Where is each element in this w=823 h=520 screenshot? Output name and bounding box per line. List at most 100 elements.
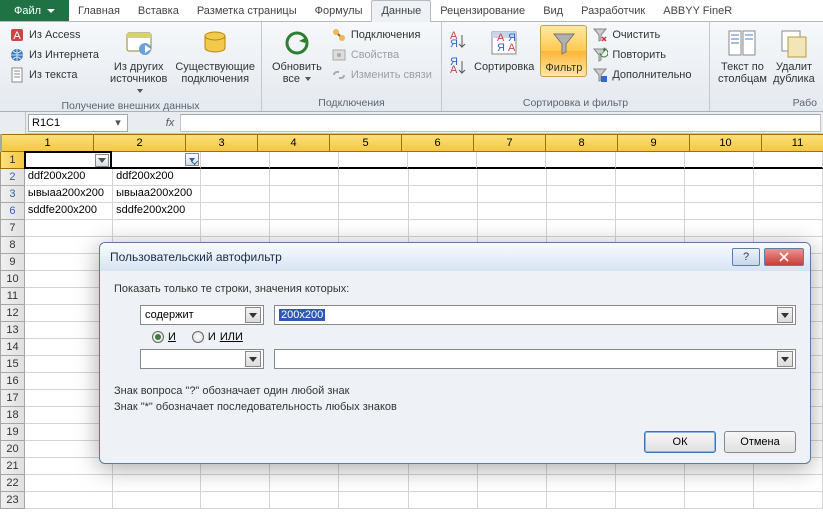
cell[interactable]: [616, 220, 685, 237]
cell[interactable]: [478, 475, 547, 492]
cell[interactable]: [339, 186, 408, 203]
condition1-combo[interactable]: содержит: [140, 305, 264, 325]
cell[interactable]: [409, 169, 478, 186]
cell[interactable]: [477, 152, 546, 169]
cell[interactable]: [754, 169, 823, 186]
chevron-down-icon[interactable]: [245, 307, 261, 323]
and-radio[interactable]: И: [152, 331, 176, 343]
value1-combo[interactable]: 200x200: [274, 305, 796, 325]
cell[interactable]: [201, 152, 270, 169]
tab-view[interactable]: Вид: [534, 0, 572, 21]
cell[interactable]: [754, 475, 823, 492]
cell[interactable]: [25, 220, 113, 237]
tab-developer[interactable]: Разработчик: [572, 0, 654, 21]
close-button[interactable]: [764, 248, 804, 266]
column-header[interactable]: 4: [258, 134, 330, 152]
filter-dropdown-icon[interactable]: [95, 154, 109, 167]
column-header[interactable]: 1: [2, 134, 94, 152]
row-header[interactable]: 9: [0, 254, 25, 271]
cell[interactable]: [616, 203, 685, 220]
reapply-button[interactable]: Повторить: [589, 45, 694, 65]
cell[interactable]: [685, 492, 754, 509]
row-header[interactable]: 14: [0, 339, 25, 356]
cell[interactable]: [685, 203, 754, 220]
cell[interactable]: [547, 203, 616, 220]
cell[interactable]: [547, 169, 616, 186]
cell[interactable]: [201, 220, 270, 237]
cell[interactable]: [754, 492, 823, 509]
cell[interactable]: [409, 220, 478, 237]
cell[interactable]: [339, 203, 408, 220]
from-access-button[interactable]: AИз Access: [6, 25, 102, 45]
cell[interactable]: [339, 492, 408, 509]
remove-duplicates-button[interactable]: Удалитдублика: [771, 25, 817, 87]
row-header[interactable]: 8: [0, 237, 25, 254]
cell[interactable]: [339, 475, 408, 492]
cell[interactable]: [408, 152, 477, 169]
cell[interactable]: ывыаа200x200: [25, 186, 113, 203]
condition2-combo[interactable]: [140, 349, 264, 369]
sort-desc-icon[interactable]: ЯА: [448, 57, 468, 77]
cell[interactable]: [478, 203, 547, 220]
cell[interactable]: [685, 169, 754, 186]
cell[interactable]: [270, 203, 339, 220]
cell[interactable]: sddfe200x200: [113, 203, 201, 220]
value2-combo[interactable]: [274, 349, 796, 369]
row-header[interactable]: 20: [0, 441, 25, 458]
tab-abbyy[interactable]: ABBYY FineR: [654, 0, 741, 21]
column-header[interactable]: 6: [402, 134, 474, 152]
row-header[interactable]: 22: [0, 475, 25, 492]
cell[interactable]: [478, 186, 547, 203]
chevron-down-icon[interactable]: [245, 351, 261, 367]
cell[interactable]: [25, 492, 113, 509]
cell[interactable]: [201, 169, 270, 186]
cell[interactable]: ddf200x200: [113, 169, 201, 186]
row-header[interactable]: 15: [0, 356, 25, 373]
cell[interactable]: [478, 220, 547, 237]
connections-button[interactable]: Подключения: [328, 25, 435, 45]
row-header[interactable]: 13: [0, 322, 25, 339]
cell[interactable]: [339, 169, 408, 186]
cell[interactable]: [201, 475, 270, 492]
row-header[interactable]: 3: [0, 186, 25, 203]
filter-active-dropdown-icon[interactable]: [185, 153, 199, 166]
or-radio[interactable]: ИИЛИ: [192, 331, 243, 343]
cell[interactable]: [113, 475, 201, 492]
cell[interactable]: [201, 492, 270, 509]
row-header[interactable]: 2: [0, 169, 25, 186]
chevron-down-icon[interactable]: [777, 307, 793, 323]
cell[interactable]: [112, 152, 200, 169]
from-text-button[interactable]: Из текста: [6, 65, 102, 85]
fx-button[interactable]: fx: [160, 117, 180, 129]
row-header[interactable]: 19: [0, 424, 25, 441]
filter-button[interactable]: Фильтр: [540, 25, 587, 77]
cancel-button[interactable]: Отмена: [724, 431, 796, 453]
cell[interactable]: [754, 152, 823, 169]
tab-data[interactable]: Данные: [371, 0, 431, 22]
row-header[interactable]: 6: [0, 203, 25, 220]
row-header[interactable]: 10: [0, 271, 25, 288]
cell[interactable]: [25, 475, 113, 492]
column-header[interactable]: 7: [474, 134, 546, 152]
name-box[interactable]: R1C1▾: [28, 114, 128, 132]
column-header[interactable]: 3: [186, 134, 258, 152]
cell[interactable]: [270, 220, 339, 237]
cell[interactable]: [616, 475, 685, 492]
row-header[interactable]: 17: [0, 390, 25, 407]
tab-formulas[interactable]: Формулы: [306, 0, 372, 21]
cell[interactable]: [754, 203, 823, 220]
cell[interactable]: [616, 186, 685, 203]
tab-review[interactable]: Рецензирование: [431, 0, 534, 21]
cell[interactable]: [616, 152, 685, 169]
row-header[interactable]: 1: [0, 152, 25, 169]
cell[interactable]: [409, 475, 478, 492]
cell[interactable]: [113, 492, 201, 509]
select-all-corner[interactable]: [0, 112, 26, 134]
cell[interactable]: [409, 186, 478, 203]
column-header[interactable]: 10: [690, 134, 762, 152]
cell[interactable]: [339, 152, 408, 169]
cell[interactable]: [547, 186, 616, 203]
other-sources-button[interactable]: Из другихисточников: [104, 25, 173, 99]
existing-connections-button[interactable]: Существующиеподключения: [175, 25, 255, 87]
sort-asc-icon[interactable]: АЯ: [448, 31, 468, 51]
